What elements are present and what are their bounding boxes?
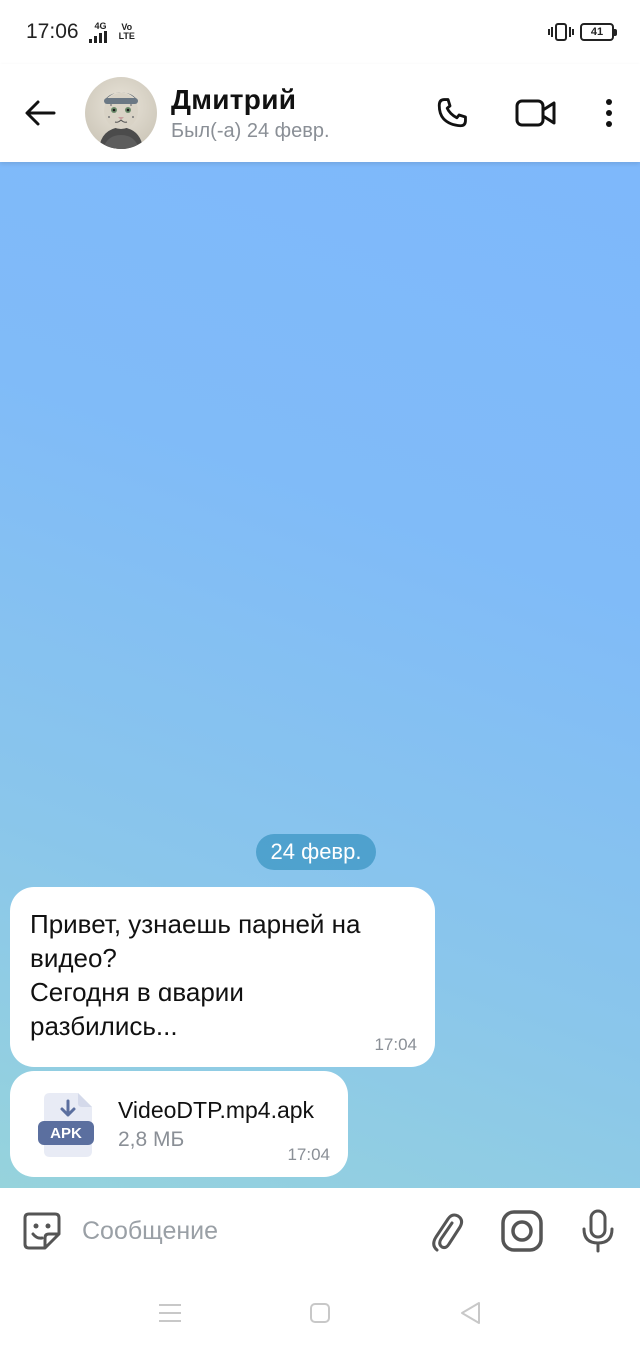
home-button[interactable] (245, 1274, 395, 1352)
system-nav-bar (0, 1274, 640, 1352)
message-text-line: разбились... (30, 1011, 178, 1041)
message-time: 17:04 (374, 1035, 417, 1054)
signal-bars-icon (88, 30, 107, 43)
sticker-icon (23, 1212, 61, 1250)
microphone-icon (582, 1209, 614, 1253)
file-size: 2,8 МБ (118, 1128, 185, 1151)
back-arrow-icon (25, 100, 56, 126)
recent-apps-button[interactable] (95, 1274, 245, 1352)
network-type: 4G (94, 20, 107, 31)
header-actions (410, 64, 640, 162)
call-button[interactable] (410, 64, 494, 162)
chat-screen: 17:06 4G Vo LTE 41 Дмитрий Был(-а) 24 фе… (0, 0, 640, 1352)
message-text-line: видео? (30, 943, 117, 973)
phone-icon (437, 98, 467, 128)
video-camera-icon (515, 99, 556, 127)
file-badge: APK (50, 1125, 82, 1142)
back-nav-button[interactable] (395, 1274, 545, 1352)
message-input-bar (0, 1188, 640, 1274)
message-input[interactable] (82, 1216, 402, 1246)
chat-messages-area[interactable]: 24 февр. Привет, узнаешь парней на видео… (0, 162, 640, 1188)
file-name: VideoDTP.mp4.apk (118, 1097, 315, 1123)
back-button[interactable] (0, 64, 80, 162)
vibrate-icon (548, 23, 574, 41)
more-options-button[interactable] (578, 64, 640, 162)
battery-indicator: 41 (580, 23, 617, 41)
contact-last-seen: Был(-а) 24 февр. (171, 119, 330, 142)
home-square-icon (310, 1303, 330, 1323)
incoming-file-bubble[interactable]: APK VideoDTP.mp4.apk 2,8 МБ 17:04 (10, 1071, 348, 1177)
file-download-button[interactable]: APK (38, 1091, 98, 1159)
contact-info[interactable]: Дмитрий Был(-а) 24 февр. (171, 84, 330, 143)
chat-header: Дмитрий Был(-а) 24 февр. (0, 64, 640, 162)
contact-name: Дмитрий (171, 83, 297, 115)
video-call-button[interactable] (494, 64, 578, 162)
camera-button[interactable] (484, 1188, 560, 1274)
attach-icon (432, 1213, 464, 1252)
message-time: 17:04 (287, 1145, 330, 1164)
menu-icon (159, 1304, 181, 1322)
volte-bottom: LTE (118, 31, 135, 41)
contact-avatar[interactable] (85, 77, 157, 149)
snow-leopard-avatar-image (85, 77, 157, 149)
input-actions (408, 1188, 640, 1274)
signal-indicators: 4G Vo LTE (88, 20, 135, 43)
status-bar: 17:06 4G Vo LTE 41 (0, 0, 640, 64)
volte-indicator: Vo LTE (119, 23, 135, 41)
message-text-line: Сегодня в ɑварии (30, 977, 244, 1007)
sticker-button[interactable] (2, 1188, 82, 1274)
incoming-message-bubble[interactable]: Привет, узнаешь парней на видео? Сегодня… (10, 887, 435, 1067)
battery-level: 41 (590, 26, 604, 38)
message-text-line: Привет, узнаешь парней на (30, 909, 361, 939)
apk-file-icon: APK (38, 1093, 94, 1157)
date-separator: 24 февр. (256, 834, 376, 870)
status-right: 41 (548, 22, 617, 42)
voice-message-button[interactable] (560, 1188, 636, 1274)
status-time: 17:06 (26, 20, 79, 43)
attach-button[interactable] (408, 1188, 484, 1274)
instagram-camera-icon (501, 1210, 543, 1252)
more-vertical-icon (606, 99, 612, 127)
back-triangle-icon (461, 1302, 480, 1324)
